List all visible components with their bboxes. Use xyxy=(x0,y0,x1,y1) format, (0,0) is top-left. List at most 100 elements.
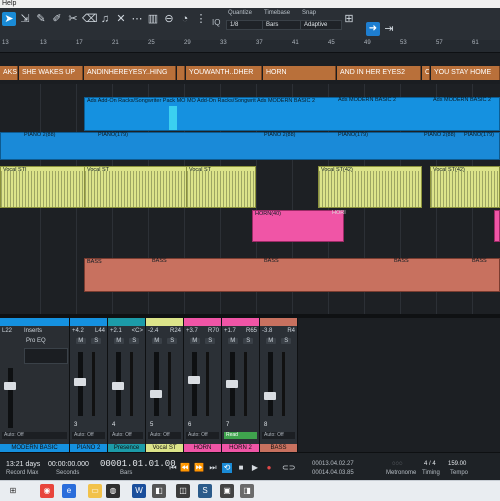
rewind-icon[interactable]: ⏪ xyxy=(180,463,190,473)
edge-icon[interactable]: e xyxy=(62,484,76,498)
rewind-start-icon[interactable]: ⏮ xyxy=(168,463,178,473)
generic-app-icon[interactable]: ▣ xyxy=(220,484,234,498)
volume-fader[interactable] xyxy=(112,352,124,416)
marker[interactable]: AND IN HER EYES2 xyxy=(337,66,421,80)
automation-mode[interactable]: Auto: Off xyxy=(148,432,181,439)
solo-button[interactable]: S xyxy=(129,338,140,344)
mute-tool-icon[interactable]: ✕ xyxy=(114,12,128,26)
mute-button[interactable]: M xyxy=(75,338,86,344)
marker[interactable]: SHE WAKES UP xyxy=(19,66,83,80)
strip-volume[interactable]: +4.2 xyxy=(72,328,84,334)
solo-button[interactable]: S xyxy=(205,338,216,344)
mute-button[interactable]: M xyxy=(189,338,200,344)
tempo-value[interactable]: 159.00 xyxy=(448,461,466,467)
fader-knob[interactable] xyxy=(4,382,16,390)
timeline-ruler[interactable]: 13 13 17 21 25 29 33 37 41 45 49 53 57 6… xyxy=(0,40,500,53)
marker[interactable]: HORN xyxy=(263,66,336,80)
mute-button[interactable]: M xyxy=(151,338,162,344)
arrow-tool-icon[interactable]: ➤ xyxy=(2,12,16,26)
automation-mode[interactable]: Auto: Off xyxy=(262,432,295,439)
snap-grid-icon[interactable]: ⊞ xyxy=(342,12,356,26)
vocal-clip[interactable]: Vocal ST(42) xyxy=(318,166,422,208)
channel-strip[interactable]: +1.7 R65 MS 7 Read HORN 2 xyxy=(222,318,260,452)
inserts-label[interactable]: Inserts xyxy=(24,328,42,334)
split-tool-icon[interactable]: ✂ xyxy=(66,12,80,26)
mute-button[interactable]: M xyxy=(227,338,238,344)
channel-strip[interactable]: +4.2 L44 MS 3 Auto: Off PIANO 2 xyxy=(70,318,108,452)
bars-value[interactable]: 00001.01.01.00 xyxy=(100,459,176,469)
folder-icon[interactable]: ▭ xyxy=(88,484,102,498)
info-tool-icon[interactable]: ⋮ xyxy=(194,12,208,26)
metronome-icon[interactable]: ◌◌◌ xyxy=(392,461,403,467)
scroll-icon[interactable]: ⇥ xyxy=(382,22,396,36)
automation-mode[interactable]: Auto: Off xyxy=(110,432,143,439)
loop-start[interactable]: 00013.04.02.27 xyxy=(312,461,354,467)
marker[interactable]: YOU STAY HOME xyxy=(431,66,500,80)
chrome-icon[interactable]: ◉ xyxy=(40,484,54,498)
fader-knob[interactable] xyxy=(226,380,238,388)
fader-knob[interactable] xyxy=(74,378,86,386)
windows-start-icon[interactable]: ⊞ xyxy=(6,484,20,498)
pencil-tool-icon[interactable]: ✎ xyxy=(34,12,48,26)
vocal-clip[interactable]: Vocal ST xyxy=(186,166,256,208)
channel-strip[interactable]: L22 Inserts Pro EQ Auto: Off MODERN BASI… xyxy=(0,318,70,452)
strip-volume[interactable]: +2.1 xyxy=(110,328,122,334)
volume-fader[interactable] xyxy=(74,352,86,416)
marker[interactable]: AKS xyxy=(0,66,18,80)
strip-pan[interactable]: R70 xyxy=(208,328,219,334)
generic-app-icon[interactable]: ◨ xyxy=(240,484,254,498)
loop-end[interactable]: 00014.04.03.85 xyxy=(312,470,354,476)
camera-icon[interactable]: ◍ xyxy=(106,484,120,498)
loop-toggle-icon[interactable]: ⊂⊃ xyxy=(282,463,295,473)
app-icon[interactable]: ◧ xyxy=(152,484,166,498)
listen-tool-icon[interactable]: ♫ xyxy=(98,12,112,26)
range-tool-icon[interactable]: ⇲ xyxy=(18,12,32,26)
channel-strip[interactable]: +3.7 R70 MS 6 Auto: Off HORN xyxy=(184,318,222,452)
seconds-value[interactable]: 00:00:00.000 xyxy=(48,461,89,468)
automation-mode[interactable]: Auto: Off xyxy=(72,432,105,439)
studio-one-icon[interactable]: S xyxy=(198,484,212,498)
volume-fader[interactable] xyxy=(188,352,200,416)
play-icon[interactable]: ▶ xyxy=(250,463,260,473)
volume-fader[interactable] xyxy=(4,368,16,428)
fader-knob[interactable] xyxy=(150,390,162,398)
insert-item[interactable]: Pro EQ xyxy=(26,338,46,344)
channel-strip[interactable]: -2.4 R24 MS 5 Auto: Off Vocal ST xyxy=(146,318,184,452)
strip-pan[interactable]: R65 xyxy=(246,328,257,334)
marker[interactable] xyxy=(177,66,185,80)
arrangement-area[interactable]: Ads Add-On Racks/Songwriter Pack MO MO A… xyxy=(0,84,500,314)
automation-mode[interactable]: Read xyxy=(224,432,257,439)
forward-icon[interactable]: ⏩ xyxy=(194,463,204,473)
vocal-clip[interactable]: Vocal ST(42) xyxy=(430,166,500,208)
solo-button[interactable]: S xyxy=(91,338,102,344)
paint-tool-icon[interactable]: ✐ xyxy=(50,12,64,26)
channel-strip[interactable]: +2.1 <C> MS 4 Auto: Off Presence xyxy=(108,318,146,452)
bass-clip[interactable]: BASS xyxy=(84,258,500,292)
follow-icon[interactable]: ➜ xyxy=(366,22,380,36)
horn-clip[interactable] xyxy=(494,210,500,242)
snap-select[interactable]: Adaptive xyxy=(300,20,342,30)
eq-thumbnail[interactable] xyxy=(24,348,68,364)
zoom-tool-icon[interactable]: ◔ xyxy=(178,12,192,26)
link-tool-icon[interactable]: ⊖ xyxy=(162,12,176,26)
automation-mode[interactable]: Auto: Off xyxy=(186,432,219,439)
strip-volume[interactable]: -3.8 xyxy=(262,328,272,334)
strip-pan[interactable]: <C> xyxy=(132,328,143,334)
marker[interactable]: YOUWANTH..DHER xyxy=(186,66,262,80)
strip-pan[interactable]: R4 xyxy=(287,328,295,334)
fader-knob[interactable] xyxy=(188,376,200,384)
strip-volume[interactable]: L22 xyxy=(2,328,12,334)
forward-end-icon[interactable]: ⏭ xyxy=(208,463,218,473)
bend-tool-icon[interactable]: ⋯ xyxy=(130,12,144,26)
strip-volume[interactable]: -2.4 xyxy=(148,328,158,334)
ripple-tool-icon[interactable]: ▥ xyxy=(146,12,160,26)
stop-icon[interactable]: ■ xyxy=(236,463,246,473)
fader-knob[interactable] xyxy=(264,392,276,400)
strip-volume[interactable]: +1.7 xyxy=(224,328,236,334)
volume-fader[interactable] xyxy=(264,352,276,416)
timing-value[interactable]: 4 / 4 xyxy=(424,461,436,467)
record-icon[interactable]: ● xyxy=(264,463,274,473)
strip-pan[interactable]: L44 xyxy=(95,328,105,334)
media-icon[interactable]: ◫ xyxy=(176,484,190,498)
automation-mode[interactable]: Auto: Off xyxy=(2,432,67,439)
